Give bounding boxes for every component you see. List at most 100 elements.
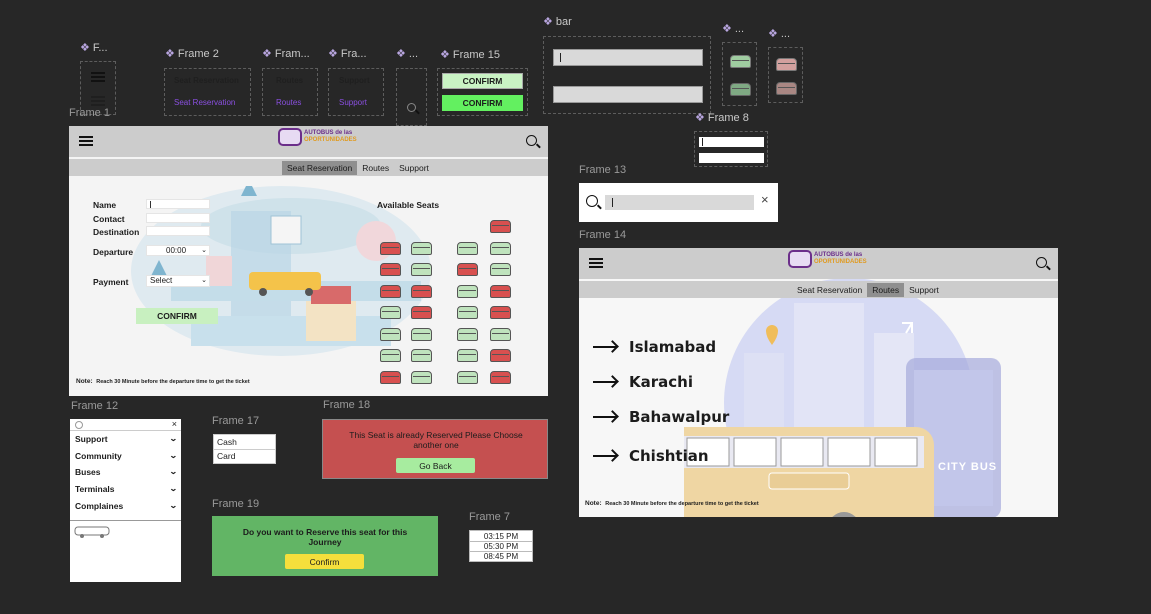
confirm-button[interactable]: CONFIRM — [136, 308, 218, 324]
search-icon-component — [396, 68, 427, 126]
frame-label: Frame 1 — [69, 107, 110, 119]
seat-free-icon[interactable] — [457, 241, 478, 255]
route-chishtian[interactable]: Chishtian — [629, 447, 709, 465]
text-field-default[interactable] — [699, 153, 764, 163]
seat-reserved-icon[interactable] — [380, 370, 401, 384]
seat-reserved-hover-icon[interactable] — [776, 82, 797, 95]
seat-free-icon[interactable] — [380, 327, 401, 341]
arrow-right-icon — [593, 416, 617, 418]
seat-reserved-icon[interactable] — [411, 284, 432, 298]
input-bar-component — [543, 36, 711, 114]
hamburger-icon[interactable] — [91, 72, 105, 82]
payment-dropdown: Cash Card — [213, 434, 276, 464]
support-nav-component: Support Support — [328, 68, 384, 116]
seat-free-icon[interactable] — [380, 349, 401, 362]
search-icon[interactable] — [1036, 257, 1047, 268]
seat-reserved-icon[interactable] — [380, 263, 401, 276]
confirm-button[interactable]: Confirm — [285, 554, 364, 569]
seat-reserved-icon[interactable] — [457, 263, 478, 276]
contact-input[interactable] — [146, 213, 210, 223]
seat-free-icon[interactable] — [490, 241, 511, 255]
departure-select[interactable]: 00:00 ⌄ — [146, 245, 210, 256]
destination-input[interactable] — [146, 226, 210, 236]
nav-seat-reservation[interactable]: Seat Reservation — [174, 76, 239, 85]
logo-line1: AUTOBUS de las — [814, 252, 863, 258]
search-icon[interactable] — [526, 135, 537, 146]
component-label-frame8: ❖ Frame 8 — [695, 111, 749, 125]
confirm-button-hover[interactable]: CONFIRM — [442, 95, 523, 111]
close-icon[interactable]: × — [761, 192, 769, 207]
route-bahawalpur[interactable]: Bahawalpur — [629, 408, 729, 426]
seat-free-icon[interactable] — [411, 370, 432, 384]
tab-seat-reservation[interactable]: Seat Reservation — [792, 283, 867, 297]
option-cash[interactable]: Cash — [217, 437, 237, 447]
seat-reserved-icon[interactable] — [411, 306, 432, 319]
arrow-right-icon — [593, 381, 617, 383]
arrow-right-icon — [593, 455, 617, 457]
menu-item-support[interactable]: Support ⌄ — [75, 434, 178, 444]
seat-reserved-default-icon[interactable] — [776, 58, 797, 71]
user-icon[interactable] — [75, 421, 83, 429]
option-card[interactable]: Card — [217, 451, 235, 461]
tab-routes[interactable]: Routes — [357, 161, 394, 175]
input-bar-focused[interactable] — [553, 49, 703, 66]
tab-support[interactable]: Support — [394, 161, 434, 175]
seat-free-icon[interactable] — [411, 263, 432, 276]
side-menu: × Support ⌄ Community ⌄ Buses ⌄ Terminals ⌄ … — [70, 419, 181, 582]
seat-free-hover-icon[interactable] — [730, 83, 751, 96]
search-input[interactable] — [605, 195, 754, 210]
seat-free-icon[interactable] — [490, 263, 511, 276]
close-icon[interactable]: × — [172, 419, 177, 429]
tab-seat-reservation[interactable]: Seat Reservation — [282, 161, 358, 175]
tab-routes[interactable]: Routes — [867, 283, 905, 297]
menu-item-buses[interactable]: Buses ⌄ — [75, 467, 179, 477]
seat-free-icon[interactable] — [411, 241, 432, 255]
tab-support[interactable]: Support — [904, 283, 944, 297]
route-islamabad[interactable]: Islamabad — [629, 338, 716, 356]
seat-free-icon[interactable] — [490, 327, 511, 341]
chevron-down-icon: ⌄ — [169, 467, 179, 476]
menu-item-terminals[interactable]: Terminals ⌄ — [75, 484, 179, 494]
nav-routes[interactable]: Routes — [276, 76, 303, 85]
menu-item-community[interactable]: Community ⌄ — [75, 451, 178, 461]
seat-free-icon[interactable] — [457, 349, 478, 362]
time-option[interactable]: 08:45 PM — [470, 552, 532, 561]
name-input[interactable] — [146, 199, 210, 209]
payment-select[interactable]: Select ⌄ — [146, 275, 210, 287]
seat-reserved-icon[interactable] — [490, 284, 511, 298]
time-option[interactable]: 03:15 PM — [470, 532, 532, 541]
seat-reserved-icon[interactable] — [490, 306, 511, 319]
chevron-down-icon: ⌄ — [169, 484, 179, 493]
seat-reserved-icon[interactable] — [490, 349, 511, 362]
nav-support[interactable]: Support — [339, 76, 370, 85]
confirm-button-default[interactable]: CONFIRM — [442, 73, 523, 89]
component-label-dots3: ❖... — [768, 27, 791, 41]
seat-reserved-icon[interactable] — [380, 284, 401, 298]
seat-free-icon[interactable] — [411, 349, 432, 362]
hamburger-icon[interactable] — [79, 136, 93, 146]
hamburger-icon[interactable] — [589, 258, 603, 268]
seat-reserved-icon[interactable] — [490, 220, 511, 233]
seat-reserved-icon[interactable] — [380, 241, 401, 255]
text-field-component — [694, 131, 768, 167]
seat-free-icon[interactable] — [380, 306, 401, 319]
seat-free-icon[interactable] — [457, 306, 478, 319]
go-back-button[interactable]: Go Back — [396, 458, 475, 473]
route-karachi[interactable]: Karachi — [629, 373, 693, 391]
input-bar-default[interactable] — [553, 86, 703, 103]
time-option[interactable]: 05:30 PM — [470, 542, 532, 551]
menu-item-complaines[interactable]: Complaines ⌄ — [75, 501, 178, 511]
seat-free-icon[interactable] — [457, 327, 478, 341]
seat-free-icon[interactable] — [457, 284, 478, 298]
seat-free-icon[interactable] — [457, 370, 478, 384]
seat-reserved-icon[interactable] — [490, 370, 511, 384]
search-bar: × — [579, 183, 778, 222]
seat-free-default-icon[interactable] — [730, 55, 751, 68]
search-icon[interactable] — [407, 103, 416, 112]
nav-support-active[interactable]: Support — [339, 98, 367, 107]
search-icon[interactable] — [586, 195, 598, 207]
nav-routes-active[interactable]: Routes — [276, 98, 301, 107]
text-field-focused[interactable] — [699, 137, 764, 147]
seat-free-icon[interactable] — [411, 327, 432, 341]
nav-seat-reservation-active[interactable]: Seat Reservation — [174, 98, 235, 107]
